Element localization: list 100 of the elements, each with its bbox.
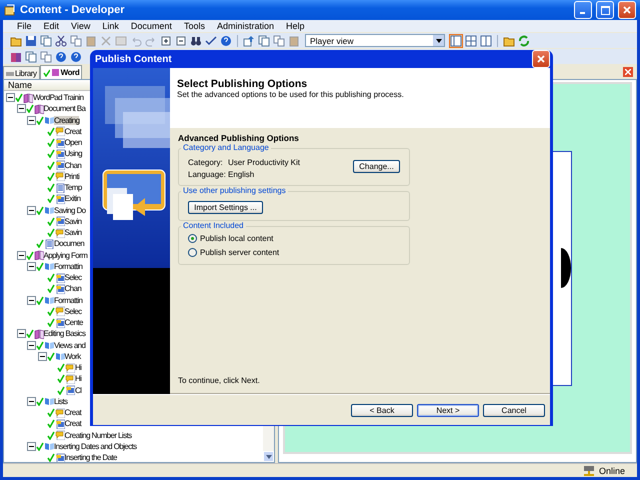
field-label: Category:	[188, 158, 224, 167]
grid-icon[interactable]	[464, 34, 478, 48]
collapse-toggle[interactable]	[6, 93, 15, 102]
tree-item[interactable]: Chan	[64, 284, 82, 294]
maximize-button[interactable]	[596, 1, 614, 19]
tree-item[interactable]: WordPad Trainin	[33, 93, 84, 102]
collapse-toggle[interactable]	[16, 104, 26, 114]
tree-item[interactable]: Creating Number Lists	[64, 430, 132, 440]
help-icon[interactable]	[219, 34, 233, 48]
page-icon	[54, 138, 64, 148]
dialog-button[interactable]: Next >	[417, 404, 479, 416]
tree-item[interactable]: Inserting Dates and Objects	[54, 442, 137, 451]
pages-icon[interactable]	[24, 50, 38, 64]
book-icon	[50, 68, 60, 77]
tree-item[interactable]: Lists	[54, 396, 68, 406]
tab[interactable]: Library	[3, 66, 40, 79]
field-value: English	[228, 170, 256, 179]
close-tab-button[interactable]	[623, 67, 633, 77]
view-select[interactable]: Player view	[305, 34, 445, 47]
tab[interactable]: Word	[40, 65, 82, 79]
scissors-icon[interactable]	[54, 34, 68, 48]
collapse-toggle[interactable]	[27, 340, 36, 350]
page-icon	[54, 148, 64, 159]
help-icon[interactable]	[69, 50, 83, 64]
collapse-toggle[interactable]	[27, 116, 36, 125]
tree-item[interactable]: Chan	[64, 160, 82, 170]
pages-icon[interactable]	[257, 34, 271, 48]
tree-item[interactable]: Savin	[64, 228, 82, 238]
radio-label[interactable]: Publish local content	[200, 234, 274, 242]
dialog-button[interactable]: < Back	[351, 404, 413, 416]
tree-item[interactable]: Views and	[54, 340, 86, 350]
instruction-text: To continue, click Next.	[178, 376, 261, 385]
tree-item[interactable]: Saving Do	[54, 206, 86, 215]
copy-icon[interactable]	[69, 34, 83, 48]
collapse-toggle[interactable]	[27, 442, 36, 451]
check-icon[interactable]	[204, 34, 218, 48]
menu-item[interactable]: Administration	[210, 21, 280, 31]
collapse-toggle[interactable]	[27, 262, 36, 271]
copy-icon[interactable]	[39, 50, 53, 64]
tree-item[interactable]: Creat	[64, 408, 82, 418]
layout-icon[interactable]	[449, 34, 463, 48]
tree-item[interactable]: Selec	[64, 273, 82, 282]
collapse-toggle[interactable]	[16, 329, 26, 338]
menu-item[interactable]: Help	[280, 21, 310, 31]
minimize-button[interactable]	[574, 1, 592, 19]
tree-item[interactable]: Using	[64, 149, 82, 158]
menu-item[interactable]: Tools	[178, 21, 211, 31]
tree-item[interactable]: Creat	[64, 126, 82, 136]
collapse-toggle[interactable]	[38, 352, 46, 361]
collapse-toggle[interactable]	[16, 250, 26, 260]
tree-item[interactable]: Work	[64, 352, 81, 361]
tree-item[interactable]: Cl	[75, 386, 82, 395]
menu-item[interactable]: Link	[96, 21, 125, 31]
tree-item[interactable]: Hi	[75, 363, 82, 372]
copy-icon[interactable]	[272, 34, 286, 48]
tree-item[interactable]: Open	[64, 138, 82, 148]
help-icon[interactable]	[54, 50, 68, 64]
import-button[interactable]: Import Settings ...	[188, 201, 263, 214]
tree-item[interactable]: Hi	[75, 374, 82, 384]
tree-item[interactable]: Documen	[54, 239, 84, 248]
tree-item[interactable]: Document Ba	[44, 104, 86, 114]
clipboard-icon[interactable]	[84, 34, 98, 48]
tree-item[interactable]: Editing Basics	[44, 329, 86, 338]
plus-box-icon[interactable]	[159, 34, 173, 48]
menu-item[interactable]: File	[11, 21, 38, 31]
collapse-toggle[interactable]	[27, 296, 36, 305]
tree-item[interactable]: Formattin	[54, 262, 82, 271]
pages-icon[interactable]	[39, 34, 53, 48]
menu-item[interactable]: Edit	[38, 21, 66, 31]
tree-item[interactable]: Exitin	[64, 194, 80, 204]
tree-item[interactable]: Savin	[64, 216, 82, 226]
menu-item[interactable]: Document	[124, 21, 178, 31]
radio-label[interactable]: Publish server content	[200, 248, 280, 256]
collapse-toggle[interactable]	[27, 206, 36, 215]
page-icon	[54, 418, 64, 429]
dialog-button[interactable]: Cancel	[483, 404, 545, 416]
menu-item[interactable]: View	[65, 21, 96, 31]
close-button[interactable]	[618, 1, 636, 19]
page-icon	[54, 216, 64, 226]
columns-icon[interactable]	[479, 34, 493, 48]
tree-item[interactable]: Creating	[54, 116, 80, 125]
collapse-toggle[interactable]	[27, 396, 36, 406]
tree-item[interactable]: Creat	[64, 419, 82, 428]
close-button[interactable]	[532, 50, 550, 68]
tree-item[interactable]: Cente	[64, 318, 83, 328]
tree-item[interactable]: Inserting the Date	[64, 453, 117, 462]
change-button[interactable]: Change...	[353, 160, 400, 173]
tree-item[interactable]: Formattin	[54, 296, 82, 305]
radio-button[interactable]	[188, 248, 197, 256]
refresh-icon[interactable]	[517, 34, 531, 48]
app-icon	[4, 4, 16, 16]
upload-icon[interactable]	[242, 34, 256, 48]
radio-button[interactable]	[188, 234, 197, 242]
clipboard-icon[interactable]	[287, 34, 301, 48]
page-icon	[54, 194, 64, 204]
tree-item[interactable]: Selec	[64, 306, 82, 316]
tree-item[interactable]: Temp	[64, 183, 82, 192]
tree-item[interactable]: Printi	[64, 172, 80, 181]
save-icon[interactable]	[24, 34, 38, 48]
minus-box-icon[interactable]	[174, 34, 188, 48]
